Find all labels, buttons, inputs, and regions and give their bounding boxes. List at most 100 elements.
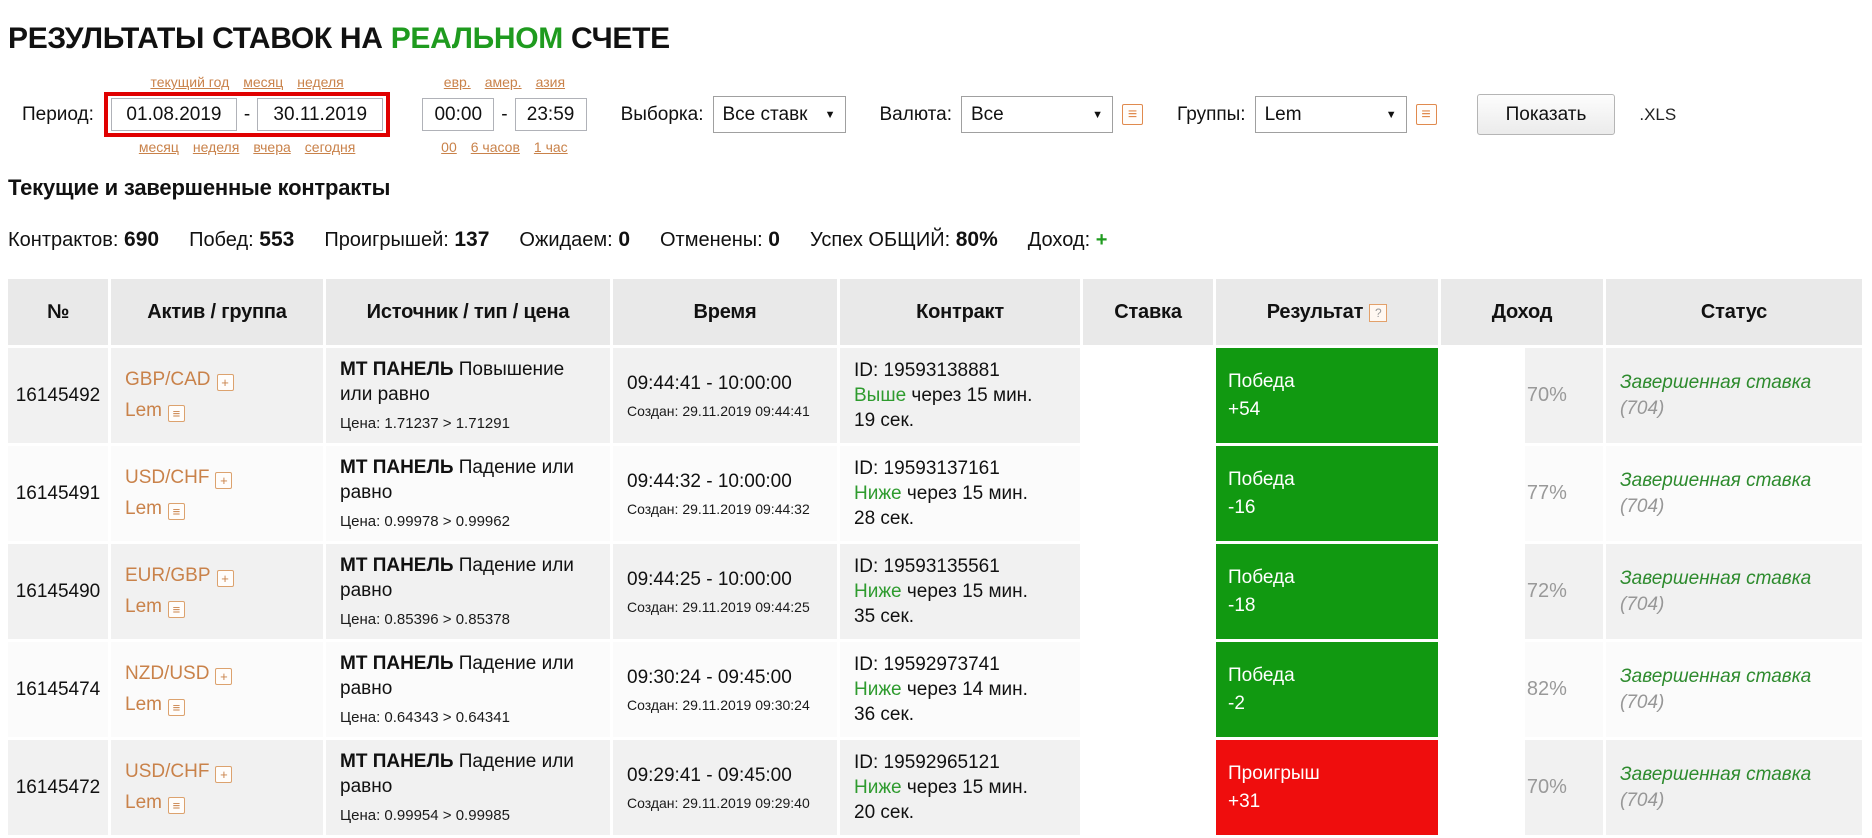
income-censor-box (1441, 446, 1526, 541)
status-code: (704) (1620, 397, 1665, 419)
price-range: Цена: 0.99954 > 0.99985 (340, 807, 510, 825)
date-from-input[interactable] (110, 98, 237, 131)
expand-plus-icon[interactable]: + (215, 472, 233, 490)
time-range: 09:30:24 - 09:45:00 (627, 666, 792, 688)
profit-value: + (1095, 229, 1108, 251)
link-month-top[interactable]: месяц (243, 74, 283, 90)
group-link[interactable]: Lem (125, 400, 162, 421)
status-code: (704) (1620, 593, 1665, 615)
expand-plus-icon[interactable]: + (215, 668, 233, 686)
income-percent: 82% (1526, 678, 1567, 701)
groups-select[interactable]: Lem ▼ (1254, 96, 1407, 133)
result-cell: Победа -2 (1216, 642, 1438, 737)
contract-cell: ID: 19593137161 Ниже через 15 мин. 28 се… (840, 446, 1080, 541)
result-cell: Проигрыш +31 (1216, 740, 1438, 835)
result-label: Победа (1228, 665, 1295, 687)
header-time: Время (613, 279, 837, 345)
result-label: Победа (1228, 567, 1295, 589)
asset-cell: USD/CHF + Lem ≡ (111, 740, 323, 835)
group-list-icon[interactable]: ≡ (167, 698, 185, 716)
status-text: Завершенная ставка (1620, 372, 1812, 394)
contract-cell: ID: 19593135561 Ниже через 15 мин. 35 се… (840, 544, 1080, 639)
link-current-year[interactable]: текущий год (150, 74, 229, 90)
result-cell: Победа -18 (1216, 544, 1438, 639)
time-range: 09:44:32 - 10:00:00 (627, 470, 792, 492)
link-yesterday[interactable]: вчера (253, 139, 290, 155)
direction-rest: через 15 мин. (906, 776, 1028, 798)
group-list-icon[interactable]: ≡ (167, 404, 185, 422)
group-link[interactable]: Lem (125, 792, 162, 813)
stake-cell-censored (1083, 642, 1213, 737)
source-name: МТ ПАНЕЛЬ (340, 457, 454, 479)
selection-select[interactable]: Все ставк ▼ (712, 96, 846, 133)
link-00[interactable]: 00 (441, 139, 457, 155)
table-row: 16145472 USD/CHF + Lem ≡ МТ ПАНЕЛЬ Падение… (8, 740, 1862, 835)
link-today[interactable]: сегодня (305, 139, 356, 155)
link-month[interactable]: месяц (139, 139, 179, 155)
result-value: -2 (1228, 692, 1245, 714)
currency-list-icon[interactable]: ≡ (1122, 104, 1143, 125)
header-asset-group: Актив / группа (111, 279, 323, 345)
income-percent: 70% (1526, 384, 1567, 407)
time-to-input[interactable] (514, 98, 587, 131)
income-cell: 72% (1441, 544, 1603, 639)
contract-cell: ID: 19592965121 Ниже через 15 мин. 20 се… (840, 740, 1080, 835)
groups-list-icon[interactable]: ≡ (1415, 104, 1437, 125)
link-1-hour[interactable]: 1 час (534, 139, 568, 155)
asset-cell: USD/CHF + Lem ≡ (111, 446, 323, 541)
income-percent: 70% (1526, 776, 1567, 799)
time-from-input[interactable] (422, 98, 495, 131)
asset-link[interactable]: GBP/CAD (125, 369, 211, 390)
link-america-session[interactable]: амер. (485, 74, 522, 90)
result-value: +31 (1228, 790, 1261, 812)
chevron-down-icon: ▼ (824, 108, 836, 121)
currency-select[interactable]: Все ▼ (961, 96, 1113, 133)
stake-cell-censored (1083, 544, 1213, 639)
contract-id: ID: 19592973741 (854, 653, 1000, 675)
expand-plus-icon[interactable]: + (216, 374, 234, 392)
summary-losses: Проигрышей: 137 (324, 228, 490, 251)
group-link[interactable]: Lem (125, 694, 162, 715)
source-name: МТ ПАНЕЛЬ (340, 555, 454, 577)
asset-link[interactable]: USD/CHF (125, 761, 209, 782)
direction-word: Ниже (854, 776, 902, 798)
show-button[interactable]: Показать (1476, 94, 1616, 135)
income-censor-box (1441, 348, 1526, 443)
asset-link[interactable]: EUR/GBP (125, 565, 211, 586)
price-range: Цена: 0.85396 > 0.85378 (340, 611, 510, 629)
summary-success-rate: Успех ОБЩИЙ: 80% (809, 228, 998, 251)
asset-link[interactable]: NZD/USD (125, 663, 209, 684)
chevron-down-icon: ▼ (1385, 108, 1397, 121)
group-link[interactable]: Lem (125, 498, 162, 519)
time-range-dash: - (501, 103, 508, 125)
income-censor-box (1441, 642, 1526, 737)
result-box: Победа -18 (1216, 544, 1438, 639)
created-timestamp: Создан: 29.11.2019 09:44:25 (627, 598, 810, 615)
group-link[interactable]: Lem (125, 596, 162, 617)
title-prefix: РЕЗУЛЬТАТЫ СТАВОК НА (8, 22, 391, 55)
header-contract: Контракт (840, 279, 1080, 345)
time-range: 09:44:25 - 10:00:00 (627, 568, 792, 590)
expand-plus-icon[interactable]: + (215, 766, 233, 784)
xls-export-link[interactable]: .XLS (1639, 105, 1676, 125)
link-week[interactable]: неделя (193, 139, 239, 155)
link-6-hours[interactable]: 6 часов (471, 139, 520, 155)
asset-cell: EUR/GBP + Lem ≡ (111, 544, 323, 639)
expand-plus-icon[interactable]: + (216, 570, 234, 588)
contract-number: 16145474 (8, 642, 108, 737)
page-title: РЕЗУЛЬТАТЫ СТАВОК НА РЕАЛЬНОМ СЧЕТЕ (8, 22, 1862, 56)
link-europe-session[interactable]: евр. (444, 74, 471, 90)
contracts-table: № Актив / группа Источник / тип / цена В… (5, 276, 1865, 838)
link-week-top[interactable]: неделя (297, 74, 343, 90)
group-list-icon[interactable]: ≡ (167, 796, 185, 814)
date-to-input[interactable] (257, 98, 384, 131)
created-timestamp: Создан: 29.11.2019 09:30:24 (627, 696, 810, 713)
help-icon[interactable]: ? (1369, 303, 1388, 322)
status-text: Завершенная ставка (1620, 666, 1812, 688)
asset-link[interactable]: USD/CHF (125, 467, 209, 488)
income-censor-box (1441, 544, 1526, 639)
group-list-icon[interactable]: ≡ (167, 600, 185, 618)
duration-seconds: 35 сек. (854, 606, 915, 628)
link-asia-session[interactable]: азия (536, 74, 565, 90)
group-list-icon[interactable]: ≡ (167, 502, 185, 520)
